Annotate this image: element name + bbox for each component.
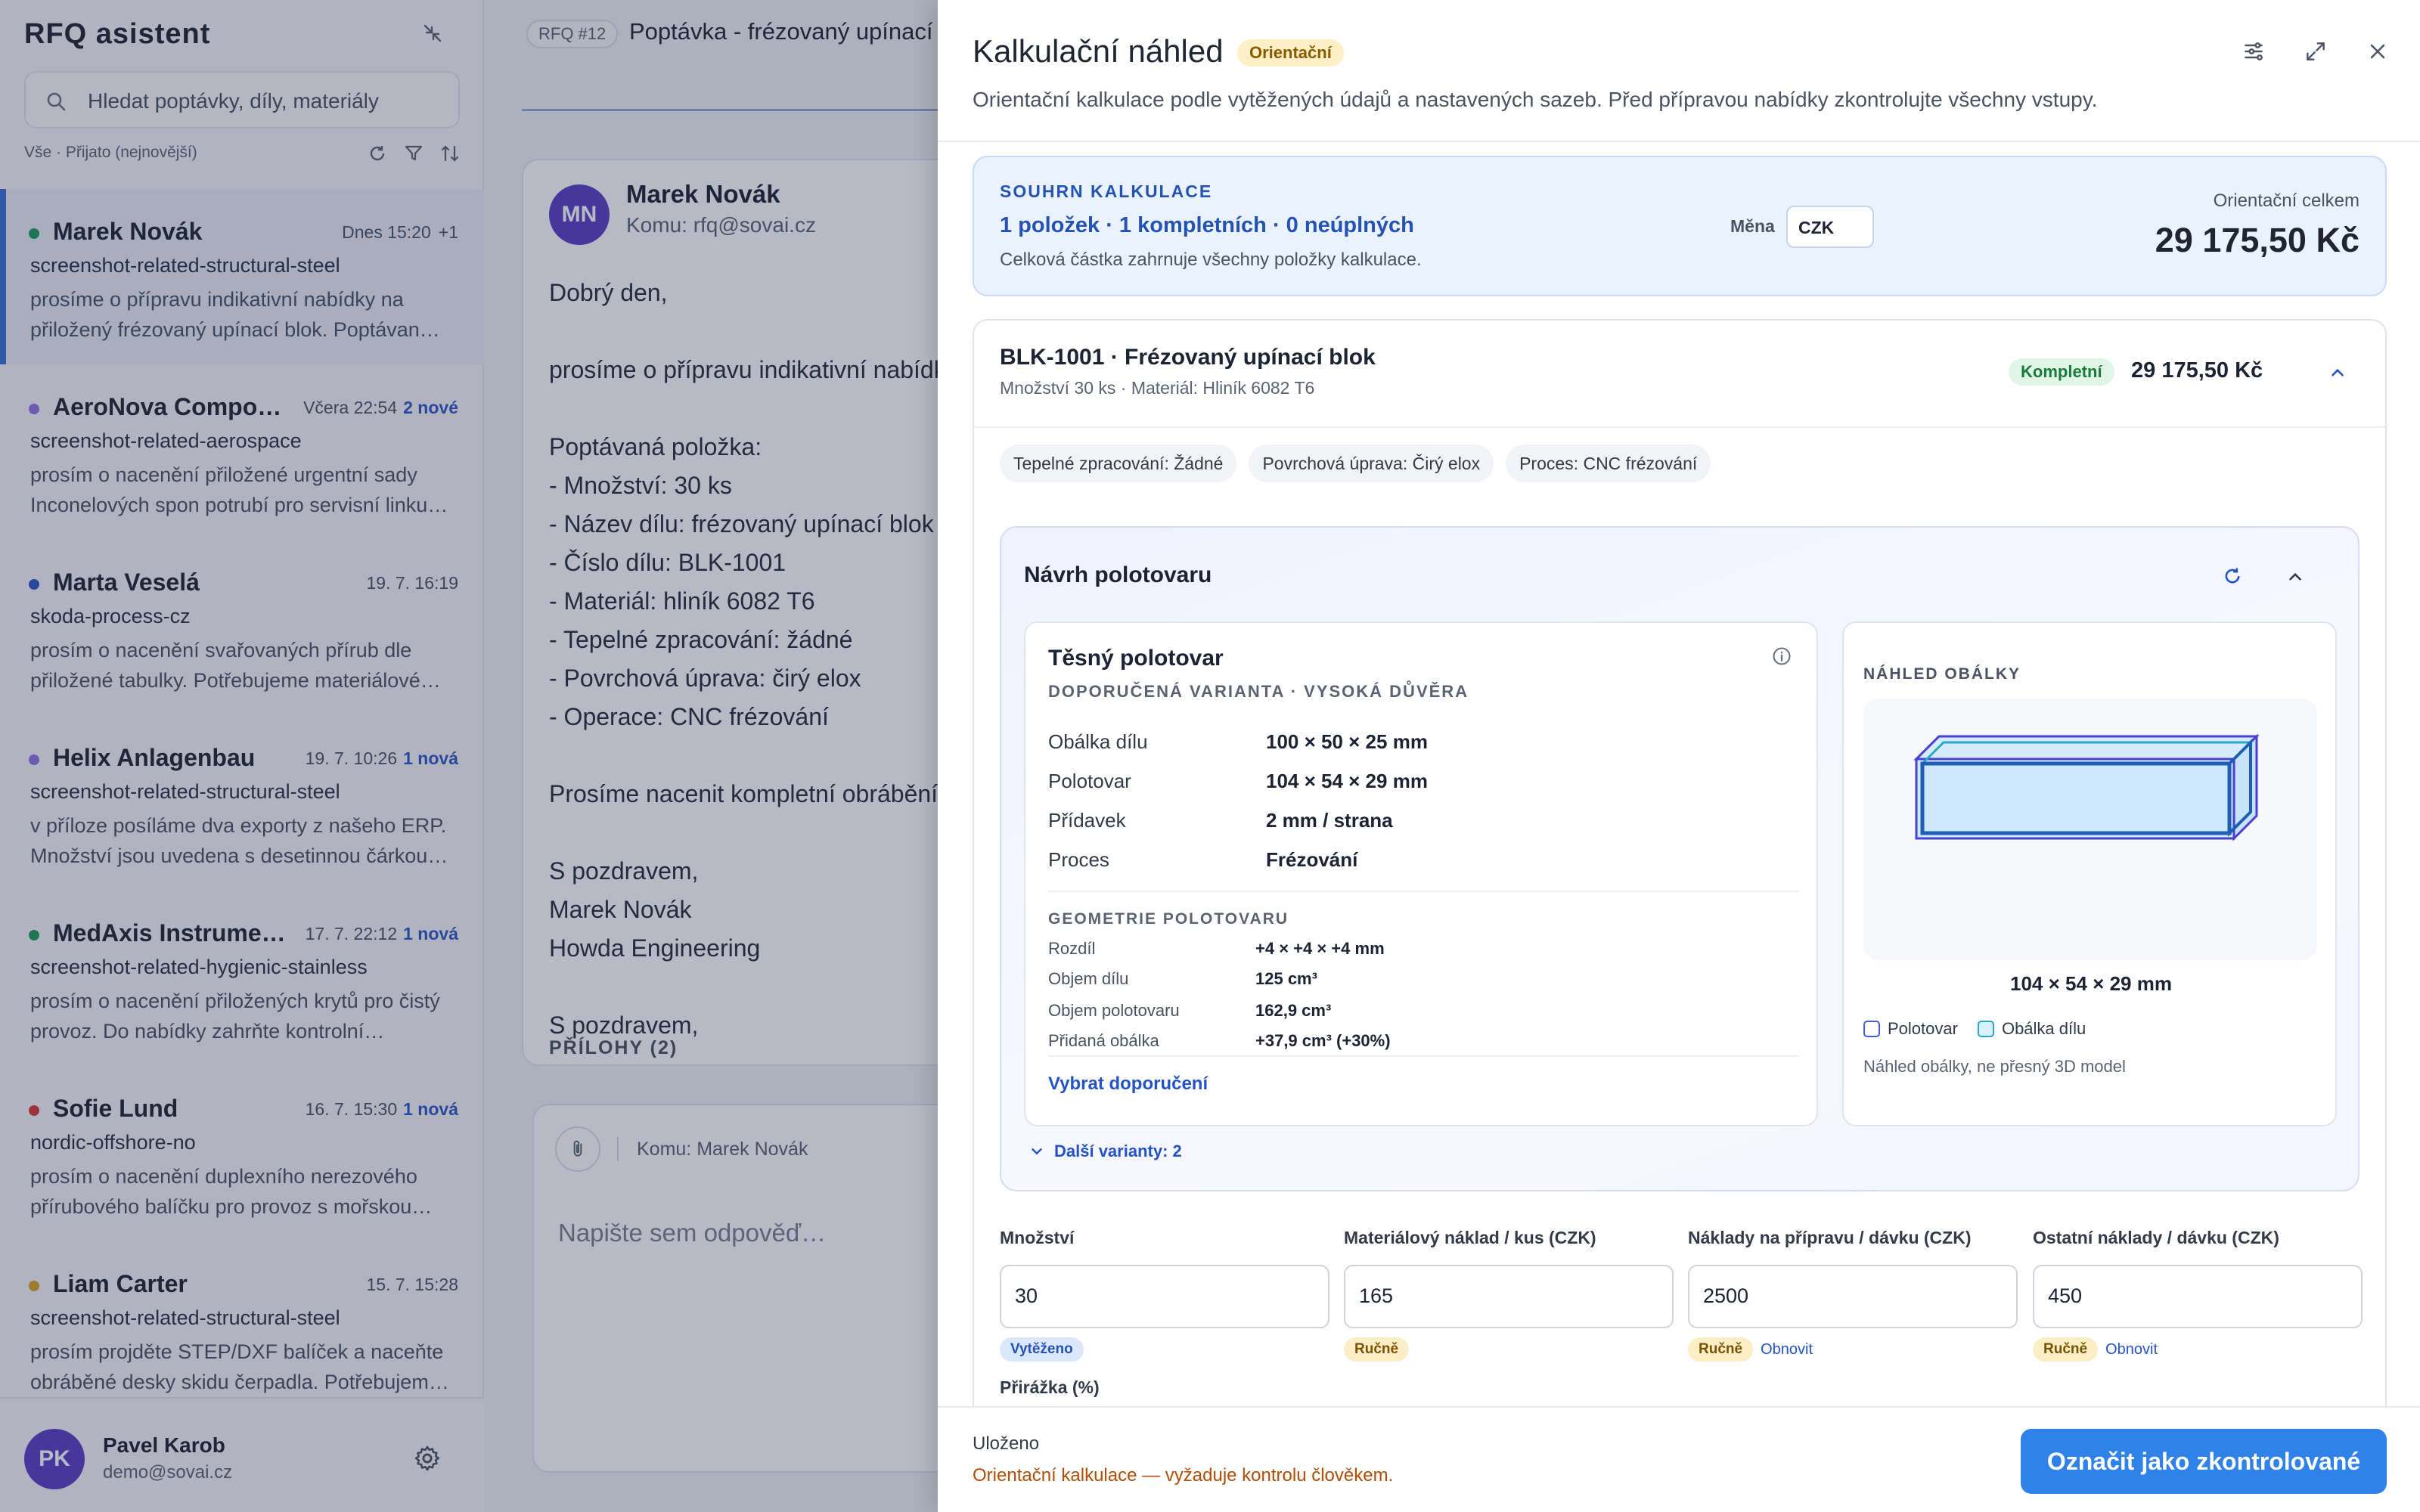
divider	[938, 141, 2420, 142]
chip-surface: Povrchová úprava: Čirý elox	[1249, 445, 1494, 482]
status-badge: Ručně	[2033, 1337, 2099, 1362]
info-icon[interactable]	[1771, 646, 1792, 667]
geometry-label: GEOMETRIE POLOTOVARU	[1048, 910, 1289, 928]
divider	[974, 426, 2385, 428]
summary-label: SOUHRN KALKULACE	[1000, 181, 1213, 201]
summary-counts: 1 položek · 1 kompletních · 0 neúplných	[1000, 213, 1414, 237]
calculation-drawer: Kalkulační náhled Orientační Orientační …	[938, 0, 2420, 1512]
refresh-link[interactable]: Obnovit	[2105, 1341, 2158, 1359]
select-recommendation-link[interactable]: Vybrat doporučení	[1048, 1074, 1208, 1095]
more-variants-toggle[interactable]: Další varianty: 2	[1028, 1142, 1182, 1161]
geo-row-stock-volume: Objem polotovaru 162,9 cm³	[1048, 1001, 1332, 1020]
refresh-link[interactable]: Obnovit	[1761, 1341, 1813, 1359]
divider	[1048, 1055, 1798, 1057]
markup-label: Přirážka (%)	[1000, 1377, 1100, 1397]
summary-card: SOUHRN KALKULACE 1 položek · 1 kompletní…	[973, 156, 2387, 296]
row-envelope: Obálka dílu 100 × 50 × 25 mm	[1048, 730, 1428, 753]
status-badge: Ručně	[1344, 1337, 1410, 1362]
currency-select[interactable]: CZK	[1786, 206, 1874, 248]
total-value: 29 175,50 Kč	[2155, 221, 2360, 259]
geo-row-part-volume: Objem dílu 125 cm³	[1048, 969, 1317, 988]
legend-envelope[interactable]: Obálka dílu	[1977, 1019, 2086, 1039]
row-process: Proces Frézování	[1048, 848, 1358, 871]
refresh-icon[interactable]	[2222, 565, 2243, 587]
legend-stock[interactable]: Polotovar	[1863, 1019, 1958, 1039]
chevron-down-icon	[1032, 1148, 1042, 1155]
review-warning: Orientační kalkulace — vyžaduje kontrolu…	[973, 1465, 1394, 1486]
tight-blank-card: Těsný polotovar DOPORUČENÁ VARIANTA · VY…	[1024, 621, 1818, 1126]
status-badge: Vytěženo	[1000, 1337, 1084, 1362]
preview-legend: Polotovar Obálka dílu	[1863, 1019, 2086, 1039]
variant-subtitle: DOPORUČENÁ VARIANTA · VYSOKÁ DŮVĚRA	[1048, 682, 1469, 701]
other-cost-input[interactable]: 450	[2033, 1265, 2363, 1328]
field-material-cost: Materiálový náklad / kus (CZK) 165 Ručně	[1344, 1228, 1674, 1362]
drawer-title: Kalkulační náhled	[973, 33, 1224, 69]
part-chips: Tepelné zpracování: Žádné Povrchová úpra…	[1000, 445, 1711, 482]
preview-label: NÁHLED OBÁLKY	[1863, 665, 2021, 683]
part-meta: Množství 30 ks · Materiál: Hliník 6082 T…	[1000, 378, 1315, 398]
modal-backdrop[interactable]	[0, 0, 938, 1512]
part-title: BLK-1001 · Frézovaný upínací blok	[1000, 345, 1376, 370]
quantity-input[interactable]: 30	[1000, 1265, 1329, 1328]
envelope-preview-canvas	[1863, 699, 2317, 960]
field-other-cost: Ostatní náklady / dávku (CZK) 450 Ručně O…	[2033, 1228, 2363, 1362]
chip-process: Proces: CNC frézování	[1506, 445, 1711, 482]
total-label: Orientační celkem	[2213, 191, 2360, 211]
field-quantity: Množství 30 Vytěženo	[1000, 1228, 1329, 1362]
preview-dimensions: 104 × 54 × 29 mm	[2010, 972, 2172, 995]
save-status: Uloženo	[973, 1433, 1040, 1454]
status-badge: Ručně	[1688, 1337, 1754, 1362]
drawer-subtitle: Orientační kalkulace podle vytěžených úd…	[973, 88, 2098, 111]
part-card: BLK-1001 · Frézovaný upínací blok Množst…	[973, 319, 2387, 1512]
field-setup-cost: Náklady na přípravu / dávku (CZK) 2500 R…	[1688, 1228, 2018, 1362]
currency-label: Měna	[1730, 216, 1775, 236]
blank-proposal-panel: Návrh polotovaru Těsný polotovar DOPORUČ…	[1000, 526, 2360, 1191]
close-icon[interactable]	[2366, 39, 2390, 64]
material-cost-input[interactable]: 165	[1344, 1265, 1674, 1328]
row-allowance: Přídavek 2 mm / strana	[1048, 809, 1393, 832]
status-badge: Orientační	[1237, 39, 1344, 67]
status-badge: Kompletní	[2009, 358, 2114, 386]
box-3d-icon	[1913, 733, 2260, 841]
setup-cost-input[interactable]: 2500	[1688, 1265, 2018, 1328]
geo-row-diff: Rozdíl +4 × +4 × +4 mm	[1048, 939, 1385, 958]
expand-icon[interactable]	[2304, 39, 2328, 64]
chevron-up-icon[interactable]	[2285, 567, 2305, 587]
divider	[1048, 891, 1798, 892]
chevron-up-icon[interactable]	[2328, 363, 2347, 383]
envelope-preview-card: NÁHLED OBÁLKY 104 × 54 × 29 mm Polotovar…	[1842, 621, 2337, 1126]
summary-note: Celková částka zahrnuje všechny položky …	[1000, 249, 1422, 270]
mark-reviewed-button[interactable]: Označit jako zkontrolované	[2021, 1429, 2387, 1494]
settings-sliders-icon[interactable]	[2242, 39, 2266, 64]
blank-title: Návrh polotovaru	[1024, 562, 1212, 587]
variant-title: Těsný polotovar	[1048, 646, 1224, 671]
geo-row-added: Přidaná obálka +37,9 cm³ (+30%)	[1048, 1031, 1391, 1050]
drawer-footer: Uloženo Orientační kalkulace — vyžaduje …	[938, 1406, 2420, 1512]
part-price: 29 175,50 Kč	[2131, 358, 2263, 383]
preview-note: Náhled obálky, ne přesný 3D model	[1863, 1057, 2126, 1076]
chip-heat-treatment: Tepelné zpracování: Žádné	[1000, 445, 1237, 482]
row-stock: Polotovar 104 × 54 × 29 mm	[1048, 770, 1428, 792]
